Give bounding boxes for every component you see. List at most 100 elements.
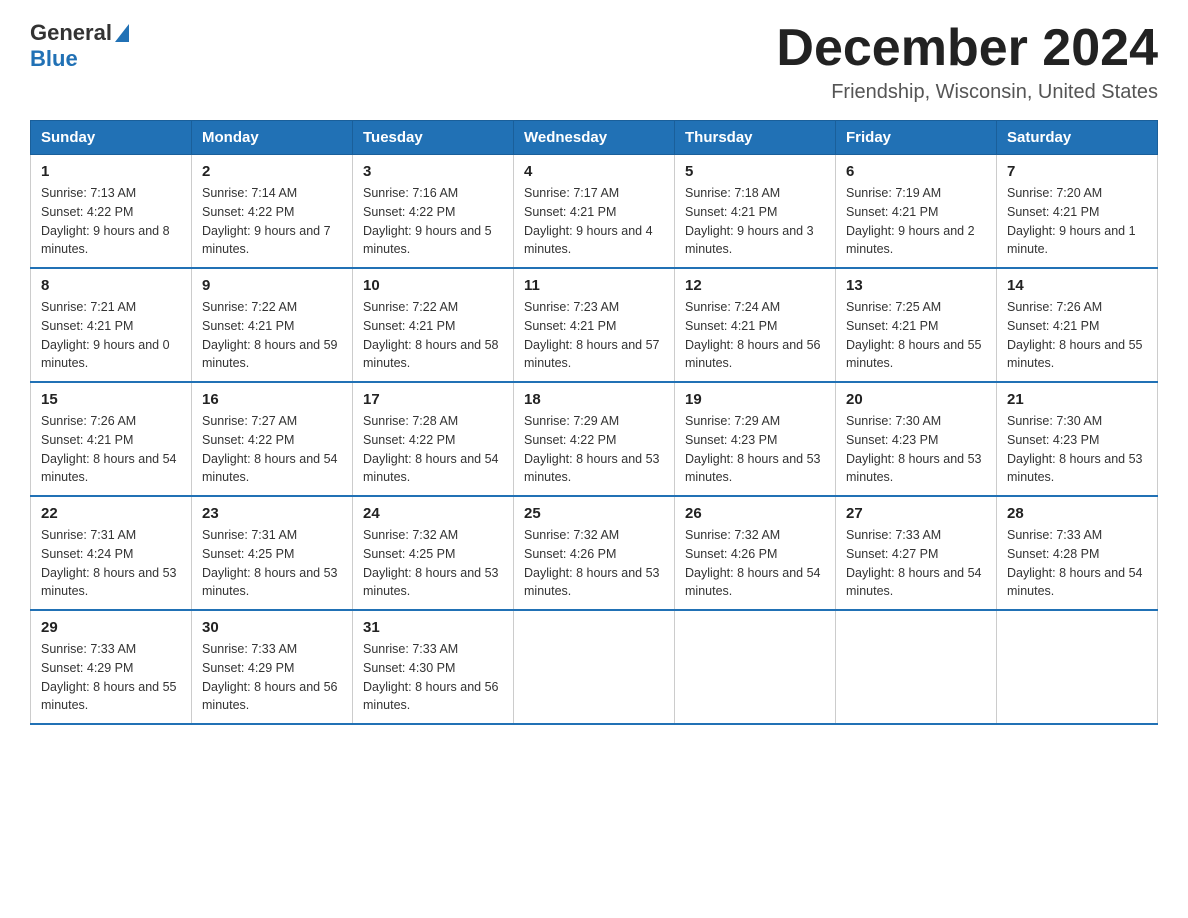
day-info: Sunrise: 7:30 AM Sunset: 4:23 PM Dayligh… [846, 412, 986, 487]
calendar-cell: 7 Sunrise: 7:20 AM Sunset: 4:21 PM Dayli… [997, 155, 1158, 269]
day-info: Sunrise: 7:22 AM Sunset: 4:21 PM Dayligh… [363, 298, 503, 373]
calendar-cell: 6 Sunrise: 7:19 AM Sunset: 4:21 PM Dayli… [836, 155, 997, 269]
calendar-title: December 2024 [776, 20, 1158, 77]
day-number: 28 [1007, 505, 1147, 522]
day-info: Sunrise: 7:31 AM Sunset: 4:24 PM Dayligh… [41, 526, 181, 601]
day-info: Sunrise: 7:33 AM Sunset: 4:29 PM Dayligh… [202, 640, 342, 715]
calendar-cell: 16 Sunrise: 7:27 AM Sunset: 4:22 PM Dayl… [192, 382, 353, 496]
day-number: 9 [202, 277, 342, 294]
day-info: Sunrise: 7:18 AM Sunset: 4:21 PM Dayligh… [685, 184, 825, 259]
day-number: 15 [41, 391, 181, 408]
day-number: 21 [1007, 391, 1147, 408]
day-number: 2 [202, 163, 342, 180]
day-info: Sunrise: 7:21 AM Sunset: 4:21 PM Dayligh… [41, 298, 181, 373]
calendar-cell: 10 Sunrise: 7:22 AM Sunset: 4:21 PM Dayl… [353, 268, 514, 382]
day-number: 1 [41, 163, 181, 180]
day-info: Sunrise: 7:17 AM Sunset: 4:21 PM Dayligh… [524, 184, 664, 259]
day-number: 6 [846, 163, 986, 180]
day-number: 11 [524, 277, 664, 294]
day-number: 18 [524, 391, 664, 408]
calendar-cell: 13 Sunrise: 7:25 AM Sunset: 4:21 PM Dayl… [836, 268, 997, 382]
calendar-cell: 26 Sunrise: 7:32 AM Sunset: 4:26 PM Dayl… [675, 496, 836, 610]
day-number: 27 [846, 505, 986, 522]
day-info: Sunrise: 7:13 AM Sunset: 4:22 PM Dayligh… [41, 184, 181, 259]
day-number: 8 [41, 277, 181, 294]
day-number: 7 [1007, 163, 1147, 180]
day-number: 13 [846, 277, 986, 294]
day-info: Sunrise: 7:28 AM Sunset: 4:22 PM Dayligh… [363, 412, 503, 487]
calendar-cell: 22 Sunrise: 7:31 AM Sunset: 4:24 PM Dayl… [31, 496, 192, 610]
page-header: General Blue December 2024 Friendship, W… [30, 20, 1158, 104]
day-number: 26 [685, 505, 825, 522]
logo-triangle-icon [115, 24, 129, 42]
day-info: Sunrise: 7:29 AM Sunset: 4:23 PM Dayligh… [685, 412, 825, 487]
calendar-cell: 30 Sunrise: 7:33 AM Sunset: 4:29 PM Dayl… [192, 610, 353, 724]
calendar-table: SundayMondayTuesdayWednesdayThursdayFrid… [30, 120, 1158, 725]
weekday-header-row: SundayMondayTuesdayWednesdayThursdayFrid… [31, 121, 1158, 155]
calendar-week-row: 15 Sunrise: 7:26 AM Sunset: 4:21 PM Dayl… [31, 382, 1158, 496]
calendar-cell: 17 Sunrise: 7:28 AM Sunset: 4:22 PM Dayl… [353, 382, 514, 496]
day-number: 20 [846, 391, 986, 408]
day-info: Sunrise: 7:33 AM Sunset: 4:30 PM Dayligh… [363, 640, 503, 715]
calendar-cell: 18 Sunrise: 7:29 AM Sunset: 4:22 PM Dayl… [514, 382, 675, 496]
calendar-cell: 12 Sunrise: 7:24 AM Sunset: 4:21 PM Dayl… [675, 268, 836, 382]
weekday-header-sunday: Sunday [31, 121, 192, 155]
calendar-cell: 29 Sunrise: 7:33 AM Sunset: 4:29 PM Dayl… [31, 610, 192, 724]
day-info: Sunrise: 7:32 AM Sunset: 4:25 PM Dayligh… [363, 526, 503, 601]
calendar-cell: 1 Sunrise: 7:13 AM Sunset: 4:22 PM Dayli… [31, 155, 192, 269]
calendar-cell: 5 Sunrise: 7:18 AM Sunset: 4:21 PM Dayli… [675, 155, 836, 269]
calendar-cell: 2 Sunrise: 7:14 AM Sunset: 4:22 PM Dayli… [192, 155, 353, 269]
calendar-title-block: December 2024 Friendship, Wisconsin, Uni… [776, 20, 1158, 104]
calendar-cell: 31 Sunrise: 7:33 AM Sunset: 4:30 PM Dayl… [353, 610, 514, 724]
day-info: Sunrise: 7:23 AM Sunset: 4:21 PM Dayligh… [524, 298, 664, 373]
day-number: 30 [202, 619, 342, 636]
day-info: Sunrise: 7:27 AM Sunset: 4:22 PM Dayligh… [202, 412, 342, 487]
calendar-cell: 23 Sunrise: 7:31 AM Sunset: 4:25 PM Dayl… [192, 496, 353, 610]
day-number: 12 [685, 277, 825, 294]
day-number: 3 [363, 163, 503, 180]
day-info: Sunrise: 7:32 AM Sunset: 4:26 PM Dayligh… [685, 526, 825, 601]
day-number: 25 [524, 505, 664, 522]
day-number: 17 [363, 391, 503, 408]
day-number: 31 [363, 619, 503, 636]
calendar-week-row: 29 Sunrise: 7:33 AM Sunset: 4:29 PM Dayl… [31, 610, 1158, 724]
calendar-cell: 21 Sunrise: 7:30 AM Sunset: 4:23 PM Dayl… [997, 382, 1158, 496]
calendar-cell [836, 610, 997, 724]
weekday-header-monday: Monday [192, 121, 353, 155]
calendar-week-row: 22 Sunrise: 7:31 AM Sunset: 4:24 PM Dayl… [31, 496, 1158, 610]
weekday-header-friday: Friday [836, 121, 997, 155]
day-info: Sunrise: 7:14 AM Sunset: 4:22 PM Dayligh… [202, 184, 342, 259]
weekday-header-wednesday: Wednesday [514, 121, 675, 155]
calendar-week-row: 8 Sunrise: 7:21 AM Sunset: 4:21 PM Dayli… [31, 268, 1158, 382]
day-info: Sunrise: 7:24 AM Sunset: 4:21 PM Dayligh… [685, 298, 825, 373]
day-info: Sunrise: 7:19 AM Sunset: 4:21 PM Dayligh… [846, 184, 986, 259]
weekday-header-tuesday: Tuesday [353, 121, 514, 155]
calendar-cell: 25 Sunrise: 7:32 AM Sunset: 4:26 PM Dayl… [514, 496, 675, 610]
day-number: 19 [685, 391, 825, 408]
day-number: 16 [202, 391, 342, 408]
calendar-cell: 19 Sunrise: 7:29 AM Sunset: 4:23 PM Dayl… [675, 382, 836, 496]
calendar-week-row: 1 Sunrise: 7:13 AM Sunset: 4:22 PM Dayli… [31, 155, 1158, 269]
logo: General Blue [30, 20, 129, 72]
day-info: Sunrise: 7:33 AM Sunset: 4:29 PM Dayligh… [41, 640, 181, 715]
calendar-cell: 28 Sunrise: 7:33 AM Sunset: 4:28 PM Dayl… [997, 496, 1158, 610]
calendar-cell: 15 Sunrise: 7:26 AM Sunset: 4:21 PM Dayl… [31, 382, 192, 496]
logo-blue-text: Blue [30, 46, 78, 72]
calendar-subtitle: Friendship, Wisconsin, United States [776, 81, 1158, 104]
day-info: Sunrise: 7:26 AM Sunset: 4:21 PM Dayligh… [1007, 298, 1147, 373]
day-info: Sunrise: 7:22 AM Sunset: 4:21 PM Dayligh… [202, 298, 342, 373]
day-info: Sunrise: 7:33 AM Sunset: 4:28 PM Dayligh… [1007, 526, 1147, 601]
logo-general-text: General [30, 20, 112, 46]
calendar-cell: 9 Sunrise: 7:22 AM Sunset: 4:21 PM Dayli… [192, 268, 353, 382]
day-number: 29 [41, 619, 181, 636]
day-info: Sunrise: 7:30 AM Sunset: 4:23 PM Dayligh… [1007, 412, 1147, 487]
calendar-cell: 20 Sunrise: 7:30 AM Sunset: 4:23 PM Dayl… [836, 382, 997, 496]
day-number: 14 [1007, 277, 1147, 294]
day-info: Sunrise: 7:31 AM Sunset: 4:25 PM Dayligh… [202, 526, 342, 601]
calendar-cell: 24 Sunrise: 7:32 AM Sunset: 4:25 PM Dayl… [353, 496, 514, 610]
day-info: Sunrise: 7:33 AM Sunset: 4:27 PM Dayligh… [846, 526, 986, 601]
calendar-cell: 14 Sunrise: 7:26 AM Sunset: 4:21 PM Dayl… [997, 268, 1158, 382]
calendar-cell [675, 610, 836, 724]
calendar-cell: 3 Sunrise: 7:16 AM Sunset: 4:22 PM Dayli… [353, 155, 514, 269]
day-number: 24 [363, 505, 503, 522]
